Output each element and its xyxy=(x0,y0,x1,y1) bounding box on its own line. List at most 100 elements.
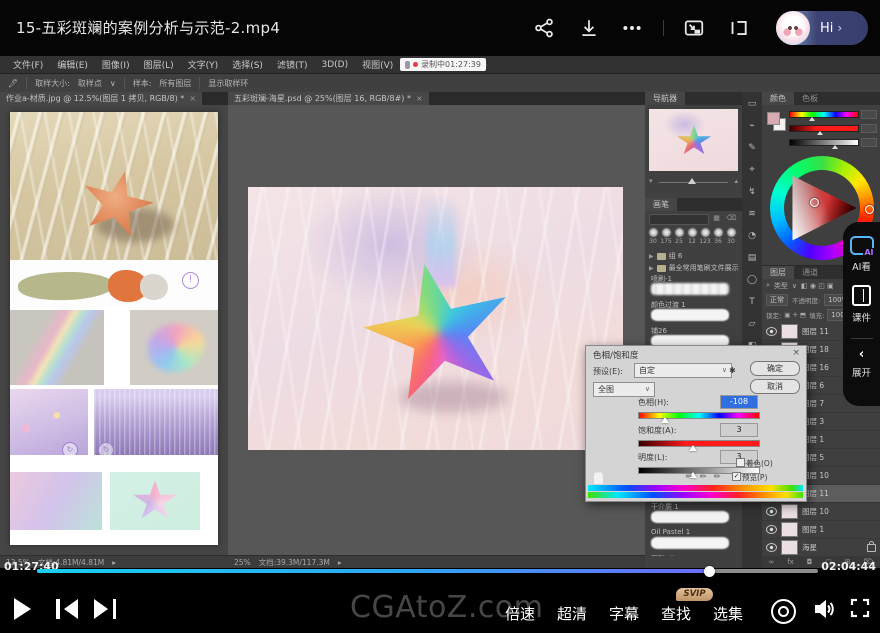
colorize-checkbox[interactable] xyxy=(736,458,745,467)
layer-row[interactable]: 海星 xyxy=(762,539,880,556)
center-doc-tab[interactable]: 五彩斑斓-海星.psd @ 25%(图层 16, RGB/8#) *× xyxy=(228,92,429,105)
tool-icon[interactable]: ▱ xyxy=(746,318,759,331)
hue-ring-selector[interactable] xyxy=(865,205,874,214)
tool-icon[interactable]: ▭ xyxy=(746,98,759,111)
brush-preset[interactable]: 175 xyxy=(660,228,672,245)
download-icon[interactable] xyxy=(578,17,600,39)
video-frame[interactable]: 文件(F)编辑(E)图像(I)图层(L)文字(Y)选择(S)滤镜(T)3D(D)… xyxy=(0,56,880,568)
ps-menu-item[interactable]: 3D(D) xyxy=(314,60,355,70)
ps-menu-item[interactable]: 图像(I) xyxy=(95,58,137,71)
quality-button[interactable]: 超清 xyxy=(557,603,587,624)
share-icon[interactable] xyxy=(533,17,555,39)
layer-row[interactable]: 图层 1 xyxy=(762,521,880,539)
hue-dialog-slider[interactable] xyxy=(638,412,760,419)
brush-item[interactable]: 颜色过渡 1 xyxy=(645,300,742,326)
ps-menu-item[interactable]: 文件(F) xyxy=(6,58,50,71)
scope-dropdown[interactable]: 全图∨ xyxy=(593,382,655,397)
brush-preset[interactable]: 123 xyxy=(699,228,711,245)
ok-button[interactable]: 确定 xyxy=(750,361,800,376)
progress-knob[interactable] xyxy=(704,566,715,577)
layer-thumbnail[interactable] xyxy=(781,540,798,555)
tool-icon[interactable]: ◯ xyxy=(746,274,759,287)
eyedropper-tool-icon[interactable]: 🖊 xyxy=(8,79,18,88)
brush-preset[interactable]: 30 xyxy=(725,228,737,245)
canvas-artwork[interactable] xyxy=(248,187,623,450)
layer-thumbnail[interactable] xyxy=(781,504,798,519)
layer-thumbnail[interactable] xyxy=(781,522,798,537)
subtitles-button[interactable]: 字幕 xyxy=(609,603,639,624)
saturation-slider[interactable] xyxy=(789,125,859,132)
show-ring-checkbox[interactable]: 显示取样环 xyxy=(208,78,248,89)
mini-player-icon[interactable] xyxy=(683,17,705,39)
find-button[interactable]: 查找 xyxy=(661,603,691,624)
brush-item[interactable]: 干介质 1 xyxy=(645,502,742,528)
progress-track[interactable] xyxy=(37,569,818,573)
close-icon[interactable]: × xyxy=(792,348,800,358)
speed-button[interactable]: 倍速 xyxy=(505,603,535,624)
rail-item-ai-view[interactable]: AI AI看 xyxy=(850,236,874,273)
navigator-zoom-slider[interactable]: ▾ ▴ xyxy=(649,176,738,188)
visibility-eye-icon[interactable] xyxy=(766,507,777,516)
layer-thumbnail[interactable] xyxy=(781,324,798,339)
tool-icon[interactable]: ≋ xyxy=(746,208,759,221)
tool-icon[interactable]: ✎ xyxy=(746,142,759,155)
previous-episode-button[interactable] xyxy=(56,599,78,619)
rail-item-expand[interactable]: ‹ 展开 xyxy=(852,349,871,379)
foreground-color-swatch[interactable] xyxy=(767,112,780,125)
rail-item-courseware[interactable]: 课件 xyxy=(852,285,871,324)
tab-swatches[interactable]: 色板 xyxy=(794,92,826,105)
fullscreen-icon[interactable] xyxy=(850,598,870,618)
hue-slider[interactable] xyxy=(789,111,859,118)
tool-icon[interactable]: ◔ xyxy=(746,230,759,243)
targeted-adjust-hand-icon[interactable] xyxy=(594,474,603,484)
ps-menu-item[interactable]: 文字(Y) xyxy=(181,58,226,71)
brush-item[interactable]: 喷刷-1 xyxy=(645,274,742,300)
close-icon[interactable]: × xyxy=(416,94,423,103)
tab-layers[interactable]: 图层 xyxy=(762,266,794,279)
gear-icon[interactable]: ✱ xyxy=(729,366,736,375)
tool-icon[interactable]: ▤ xyxy=(746,252,759,265)
brush-group-row[interactable]: ▶ 组 6 xyxy=(645,250,742,262)
next-episode-button[interactable] xyxy=(94,599,116,619)
sample-size-dropdown[interactable]: 取样点 xyxy=(78,78,102,89)
visibility-eye-icon[interactable] xyxy=(766,525,777,534)
theater-mode-icon[interactable] xyxy=(727,17,749,39)
ps-menu-item[interactable]: 图层(L) xyxy=(137,58,181,71)
volume-icon[interactable] xyxy=(812,598,836,620)
navigator-thumbnail[interactable] xyxy=(649,109,738,171)
left-doc-tab[interactable]: 作业a-材质.jpg @ 12.5%(图层 1 拷贝, RGB/8) *× xyxy=(0,92,202,105)
ps-menu-item[interactable]: 选择(S) xyxy=(225,58,270,71)
play-button[interactable] xyxy=(14,598,31,620)
preview-checkbox[interactable]: ✓ xyxy=(732,472,741,481)
sample-dropdown[interactable]: 所有图层 xyxy=(159,78,191,89)
saturation-value-input[interactable]: 3 xyxy=(720,423,758,437)
brush-search-input[interactable] xyxy=(649,214,709,225)
tab-channels[interactable]: 通道 xyxy=(794,266,826,279)
user-avatar-pill[interactable]: Hi › xyxy=(776,11,868,45)
preset-dropdown[interactable]: 自定∨ xyxy=(634,363,732,378)
ps-menu-item[interactable]: 视图(V) xyxy=(355,58,400,71)
cancel-button[interactable]: 取消 xyxy=(750,379,800,394)
visibility-eye-icon[interactable] xyxy=(766,327,777,336)
sat-bright-selector[interactable] xyxy=(810,198,819,207)
brightness-slider[interactable] xyxy=(789,139,859,146)
tool-icon[interactable]: T xyxy=(746,296,759,309)
brush-preset[interactable]: 12 xyxy=(686,228,698,245)
zoom-slider-handle[interactable] xyxy=(688,178,696,184)
tab-brushes[interactable]: 画笔 xyxy=(645,198,677,211)
layer-row[interactable]: 图层 10 xyxy=(762,503,880,521)
saturation-dialog-slider[interactable] xyxy=(638,440,760,447)
close-icon[interactable]: × xyxy=(189,94,196,103)
visibility-eye-icon[interactable] xyxy=(766,543,777,552)
tool-icon[interactable]: ⌁ xyxy=(746,120,759,133)
brush-group-row[interactable]: ▶ 最全常用笔刷文件展示 xyxy=(645,262,742,274)
brush-preset[interactable]: 25 xyxy=(673,228,685,245)
hue-value-input[interactable]: -108 xyxy=(720,395,758,409)
tool-icon[interactable]: ⌖ xyxy=(746,164,759,177)
ps-menu-item[interactable]: 滤镜(T) xyxy=(270,58,315,71)
more-icon[interactable] xyxy=(621,17,643,39)
filter-type-dropdown[interactable]: 类型 xyxy=(774,281,788,291)
episodes-button[interactable]: 选集 xyxy=(713,603,743,624)
brush-preset[interactable]: 36 xyxy=(712,228,724,245)
search-icon[interactable]: ⌕ xyxy=(766,281,770,290)
